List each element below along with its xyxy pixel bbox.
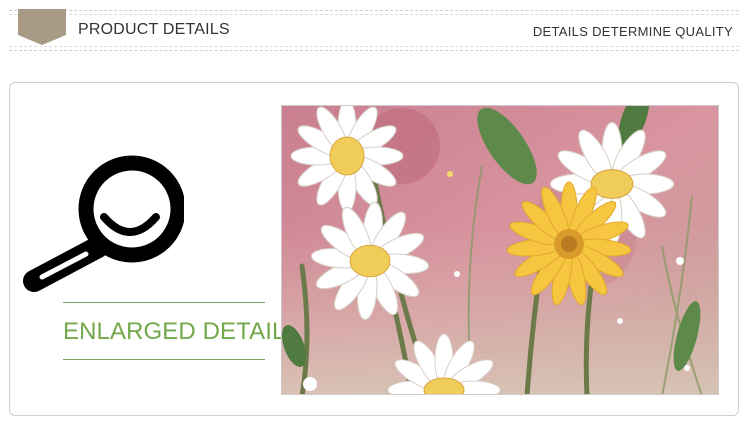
daisy-illustration [282,106,718,394]
section-tagline: DETAILS DETERMINE QUALITY [532,24,733,39]
label-divider-bottom [63,359,265,360]
section-title: PRODUCT DETAILS [78,21,230,38]
enlarged-detail-label: ENLARGED DETAIL [63,318,286,345]
product-detail-image [281,105,719,395]
ribbon-badge-icon [18,9,66,45]
section-header: PRODUCT DETAILS DETAILS DETERMINE QUALIT… [9,9,739,51]
label-divider-top [63,302,265,303]
magnifier-icon [23,155,184,292]
